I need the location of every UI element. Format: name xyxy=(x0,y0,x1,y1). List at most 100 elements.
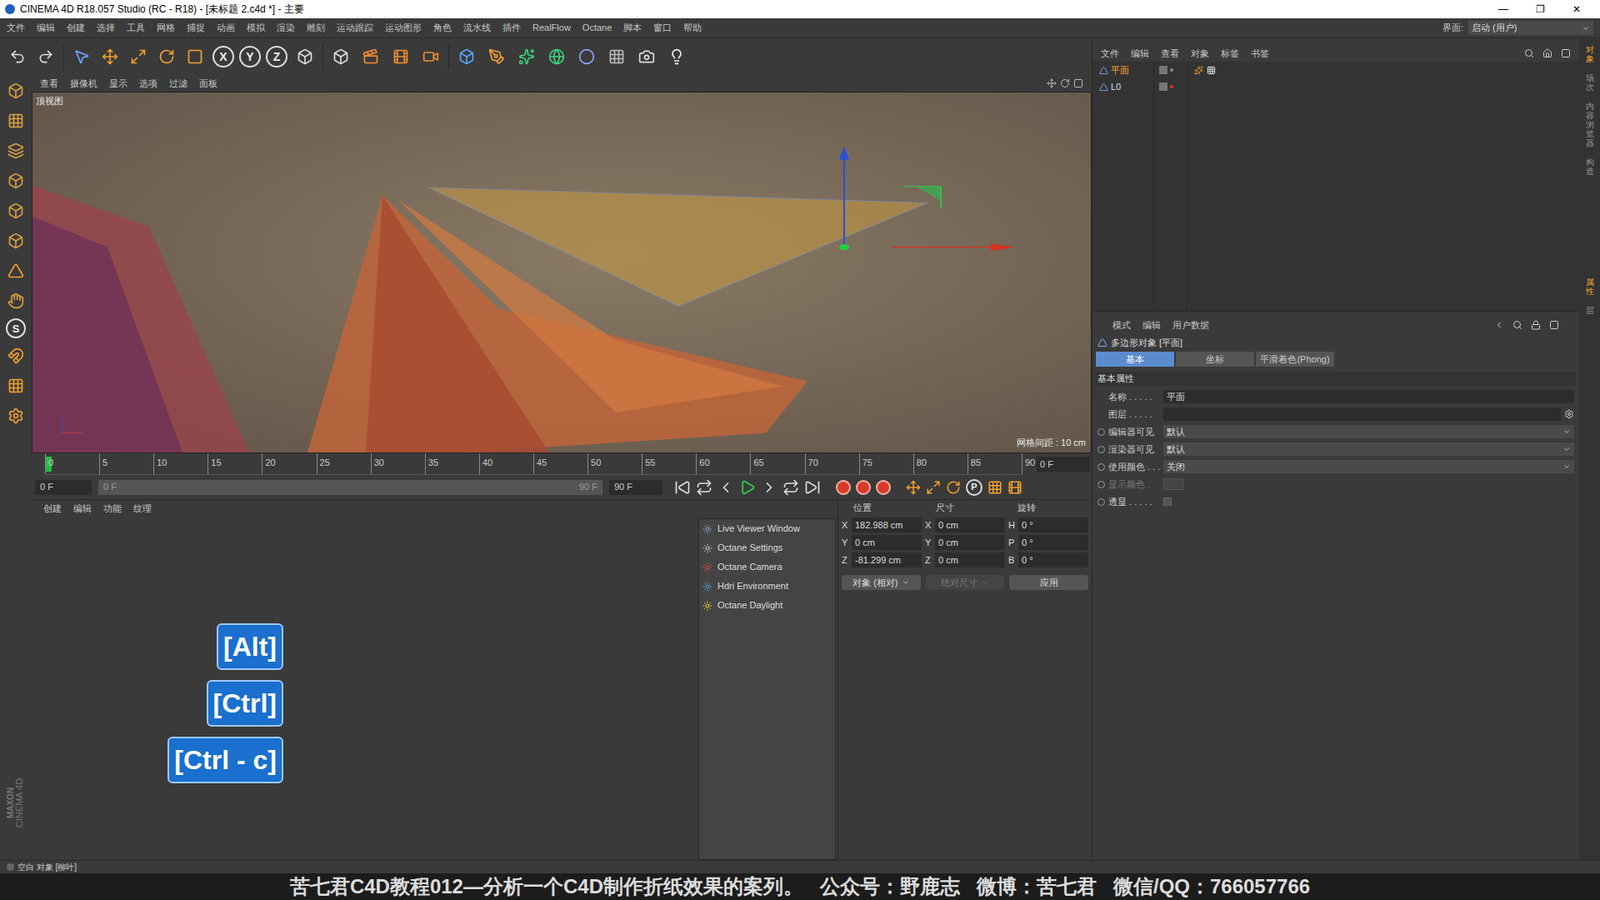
menu-item[interactable]: 流水线 xyxy=(463,20,491,35)
object-row[interactable]: L0 xyxy=(1092,78,1154,95)
tool-button[interactable] xyxy=(182,44,208,70)
coordinate-field[interactable]: 0 ° xyxy=(1018,535,1089,550)
tag-icon[interactable] xyxy=(1194,65,1204,75)
menu-item[interactable]: 过滤 xyxy=(169,76,188,91)
coordinate-field[interactable]: 0 ° xyxy=(1018,552,1089,568)
animate-radio-icon[interactable] xyxy=(1097,480,1105,489)
menu-item[interactable]: 摄像机 xyxy=(70,76,98,91)
timeline-ruler[interactable]: 0510152025303540455055606570758085900 F xyxy=(31,453,1092,475)
create-button[interactable] xyxy=(604,44,630,70)
side-tab[interactable]: 内容浏览器 xyxy=(1585,100,1595,150)
maximize-icon[interactable] xyxy=(1073,78,1084,89)
lock-icon[interactable] xyxy=(1530,320,1541,330)
side-tab[interactable]: 属性 xyxy=(1585,275,1595,298)
menu-item[interactable]: 动画 xyxy=(216,20,235,35)
menu-item[interactable]: 创建 xyxy=(43,501,62,516)
workplane-button[interactable] xyxy=(3,373,29,399)
menu-item[interactable]: 编辑 xyxy=(36,20,55,35)
timeline-icon[interactable] xyxy=(1007,480,1023,495)
mode-button[interactable] xyxy=(3,228,29,254)
viewport[interactable]: 顶视图网格间距 : 10 cm xyxy=(31,91,1092,454)
create-button[interactable] xyxy=(454,44,480,70)
name-input[interactable]: 平面 xyxy=(1163,390,1575,405)
back-icon[interactable] xyxy=(1494,320,1505,330)
key-pla-icon[interactable] xyxy=(987,480,1003,495)
create-button[interactable] xyxy=(664,44,690,70)
window-control[interactable]: ❐ xyxy=(1521,1,1559,17)
home-icon[interactable] xyxy=(1542,48,1553,59)
apply-button[interactable]: 应用 xyxy=(1009,575,1089,590)
animate-radio-icon[interactable] xyxy=(1097,428,1105,436)
attribute-select[interactable]: 默认 xyxy=(1163,442,1575,457)
attribute-tab[interactable]: 坐标 xyxy=(1175,351,1255,367)
render-button[interactable] xyxy=(418,44,444,70)
octane-menu-item[interactable]: Hdri Environment xyxy=(699,576,835,596)
start-frame-field[interactable]: 0 F xyxy=(35,480,92,495)
workplane-button[interactable] xyxy=(3,343,29,369)
window-control[interactable]: — xyxy=(1485,1,1522,17)
menu-item[interactable]: 脚本 xyxy=(623,20,642,35)
xray-checkbox[interactable] xyxy=(1163,497,1172,506)
record-key-icon[interactable] xyxy=(875,480,891,495)
menu-item[interactable]: 雕刻 xyxy=(306,20,325,35)
key-position-icon[interactable] xyxy=(905,480,921,495)
menu-item[interactable]: 渲染 xyxy=(276,20,295,35)
menu-item[interactable]: 标签 xyxy=(1220,46,1240,61)
layer-check-icon[interactable] xyxy=(1159,65,1168,75)
attribute-select[interactable]: 关闭 xyxy=(1163,460,1575,475)
menu-item[interactable]: 创建 xyxy=(66,20,85,35)
coordinate-field[interactable]: 0 cm xyxy=(851,535,922,550)
menu-item[interactable]: RealFlow xyxy=(532,20,571,35)
menu-item[interactable]: 网格 xyxy=(156,20,175,35)
create-button[interactable] xyxy=(544,44,570,70)
side-tab[interactable]: 层 xyxy=(1585,304,1595,317)
mode-button[interactable] xyxy=(3,108,29,134)
menu-item[interactable]: 文件 xyxy=(6,20,25,35)
animate-radio-icon[interactable] xyxy=(1097,498,1105,506)
transport-icon[interactable] xyxy=(782,479,800,496)
snap-button[interactable]: S xyxy=(5,318,26,339)
search-icon[interactable] xyxy=(1512,320,1523,330)
end-frame-field[interactable]: 90 F xyxy=(609,480,663,495)
side-tab[interactable]: 场次 xyxy=(1585,71,1595,94)
menu-item[interactable]: 用户数据 xyxy=(1172,318,1210,333)
menu-item[interactable]: 工具 xyxy=(126,20,145,35)
key-scale-icon[interactable] xyxy=(925,480,941,495)
transport-icon[interactable] xyxy=(739,479,756,496)
menu-item[interactable]: 编辑 xyxy=(1142,318,1161,333)
current-frame-field[interactable]: 0 F xyxy=(1036,456,1090,472)
layer-link-field[interactable] xyxy=(1163,407,1561,421)
menu-item[interactable]: 运动跟踪 xyxy=(336,20,374,35)
coordinate-field[interactable]: 182.988 cm xyxy=(851,517,922,533)
mode-button[interactable] xyxy=(3,258,29,284)
animate-radio-icon[interactable] xyxy=(1097,410,1105,419)
window-control[interactable]: ✕ xyxy=(1558,1,1595,17)
attribute-select[interactable]: 默认 xyxy=(1163,425,1575,440)
orbit-icon[interactable] xyxy=(1060,78,1070,89)
menu-item[interactable]: 模拟 xyxy=(246,20,265,35)
mode-button[interactable] xyxy=(3,168,29,194)
menu-item[interactable]: 模式 xyxy=(1112,318,1131,333)
attribute-tab[interactable]: 基本 xyxy=(1095,351,1175,367)
tool-button[interactable] xyxy=(125,44,151,70)
menu-item[interactable]: Octane xyxy=(582,20,612,35)
maximize-icon[interactable] xyxy=(1560,48,1571,59)
maximize-icon[interactable] xyxy=(1549,320,1560,330)
menu-item[interactable]: 文件 xyxy=(1100,46,1120,61)
menu-item[interactable]: 书签 xyxy=(1250,46,1270,61)
axis-button[interactable]: Z xyxy=(265,45,288,68)
search-icon[interactable] xyxy=(1524,48,1535,59)
menu-item[interactable]: 面板 xyxy=(199,76,218,91)
coordinate-mode-select[interactable]: 对象 (相对) xyxy=(841,575,921,590)
side-tab[interactable]: 构造 xyxy=(1585,155,1595,178)
render-button[interactable] xyxy=(358,44,384,70)
menu-item[interactable]: 纹理 xyxy=(133,501,152,516)
mode-button[interactable] xyxy=(3,138,29,164)
menu-item[interactable]: 插件 xyxy=(502,20,521,35)
coordinate-field[interactable]: 0 ° xyxy=(1018,517,1089,533)
octane-menu-item[interactable]: Octane Daylight xyxy=(699,595,835,615)
menu-item[interactable]: 编辑 xyxy=(73,501,92,516)
menu-item[interactable]: 选择 xyxy=(96,20,115,35)
render-button[interactable] xyxy=(328,44,354,70)
transport-icon[interactable] xyxy=(760,479,778,496)
